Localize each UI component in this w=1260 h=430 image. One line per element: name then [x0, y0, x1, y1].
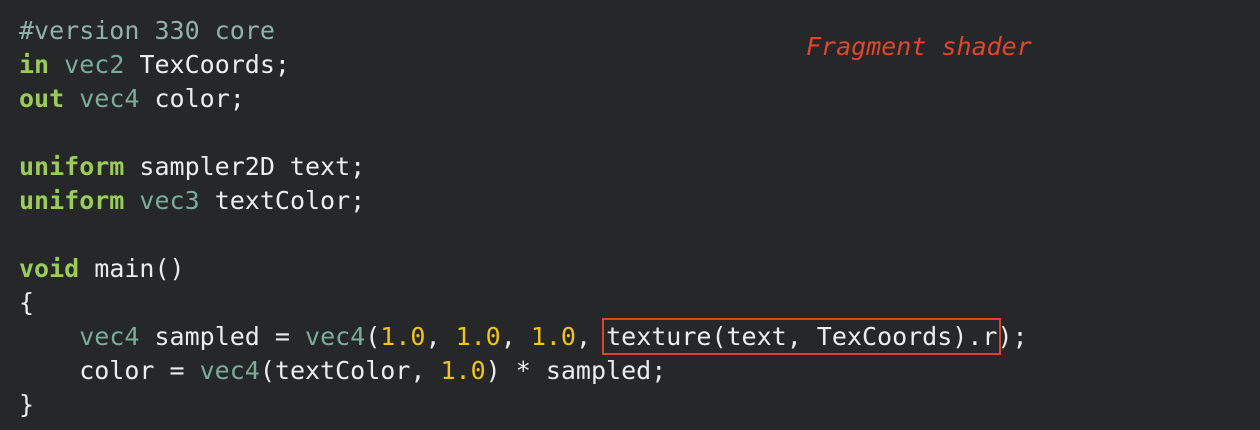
code-token: in: [19, 50, 50, 79]
code-token: ) * sampled;: [485, 356, 667, 385]
code-token: );: [997, 322, 1028, 351]
code-token: ,: [425, 322, 456, 351]
code-token: vec4: [79, 84, 140, 113]
code-token: void: [19, 254, 80, 283]
code-token: 1.0: [455, 322, 501, 351]
code-token: main(): [79, 254, 185, 283]
code-token: {: [19, 288, 35, 317]
code-line: }: [19, 388, 1028, 422]
code-token: color;: [139, 84, 245, 113]
code-token: vec4: [199, 356, 260, 385]
code-token: sampler2D text;: [124, 152, 366, 181]
code-token: color =: [19, 356, 200, 385]
code-token: sampled =: [139, 322, 306, 351]
shader-code-block: #version 330 core in vec2 TexCoords; out v…: [19, 14, 1028, 422]
code-token: vec4: [79, 322, 140, 351]
code-token: out: [19, 84, 65, 113]
code-line: out vec4 color;: [19, 82, 1028, 116]
code-token: vec4: [305, 322, 366, 351]
code-line: vec4 sampled = vec4(1.0, 1.0, 1.0, textu…: [19, 318, 1028, 355]
code-token: 1.0: [530, 322, 576, 351]
code-token: vec3: [139, 186, 200, 215]
code-token: ,: [575, 322, 607, 351]
code-token: TexCoords;: [124, 50, 290, 79]
code-line: uniform sampler2D text;: [19, 150, 1028, 184]
code-token: uniform: [19, 152, 125, 181]
code-line: void main(): [19, 252, 1028, 286]
code-token: textColor;: [199, 186, 366, 215]
code-token: 1.0: [380, 322, 426, 351]
code-token: ,: [500, 322, 531, 351]
code-line: uniform vec3 textColor;: [19, 184, 1028, 218]
fragment-shader-annotation: Fragment shader: [806, 32, 1032, 61]
code-token: uniform: [19, 186, 125, 215]
code-token: (: [365, 322, 381, 351]
code-editor: #version 330 core in vec2 TexCoords; out v…: [0, 0, 1260, 430]
code-token: (textColor,: [259, 356, 441, 385]
code-line: color = vec4(textColor, 1.0) * sampled;: [19, 354, 1028, 388]
code-line: {: [19, 286, 1028, 320]
highlighted-texture-call: texture(text, TexCoords).r: [602, 318, 1002, 355]
code-token: 1.0: [440, 356, 486, 385]
code-token: }: [19, 390, 35, 419]
code-token: #version 330 core: [19, 16, 275, 45]
code-token: vec2: [64, 50, 125, 79]
